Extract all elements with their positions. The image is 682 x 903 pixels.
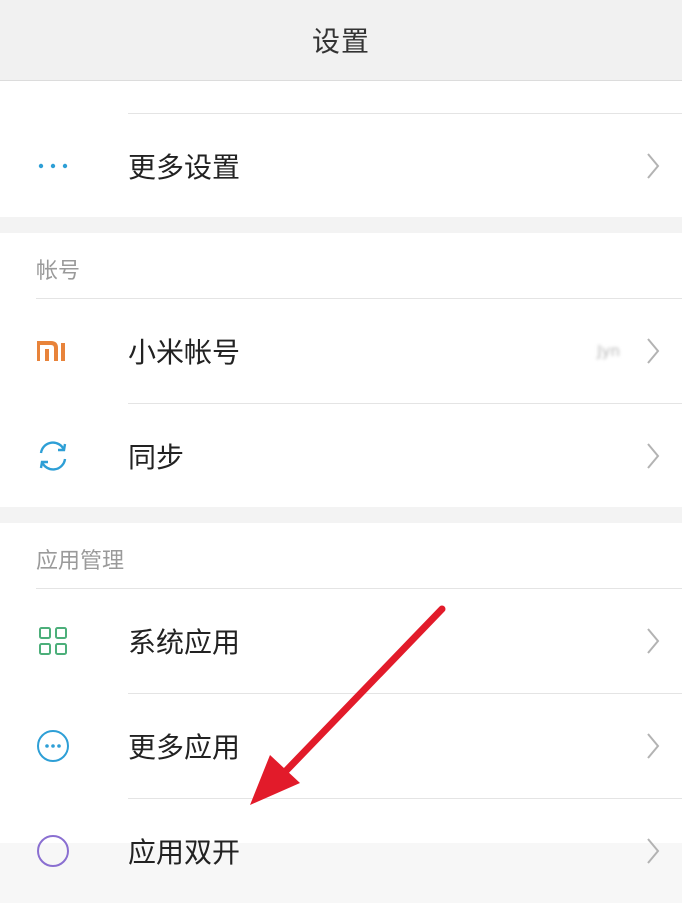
more-apps-label: 更多应用 <box>128 731 241 764</box>
more-dots-icon <box>36 149 70 183</box>
section-header-account: 帐号 <box>36 259 81 284</box>
mi-account-label: 小米帐号 <box>128 336 241 369</box>
settings-row-more-settings[interactable]: 更多设置 <box>0 114 682 218</box>
section-apps: 应用管理 系统应用 更多应用 应用双开 <box>0 523 682 869</box>
grid-icon <box>36 624 70 658</box>
mi-logo-icon <box>36 334 70 368</box>
chevron-right-icon <box>647 443 660 469</box>
chevron-right-icon <box>647 153 660 179</box>
sync-icon <box>36 439 70 473</box>
page-title: 设置 <box>311 25 370 58</box>
title-bar: 设置 <box>0 0 682 81</box>
section-top: 更多设置 <box>0 81 682 217</box>
chevron-right-icon <box>647 628 660 654</box>
section-account: 帐号 小米帐号 Jyn 同步 <box>0 233 682 507</box>
chevron-right-icon <box>647 733 660 759</box>
chevron-right-icon <box>647 338 660 364</box>
system-apps-label: 系统应用 <box>128 626 241 659</box>
chevron-right-icon <box>647 838 660 864</box>
circle-icon <box>36 834 70 868</box>
section-gap <box>0 507 682 523</box>
more-circle-icon <box>36 729 70 763</box>
settings-row-system-apps[interactable]: 系统应用 <box>0 589 682 693</box>
settings-row-sync[interactable]: 同步 <box>0 404 682 508</box>
section-gap <box>0 217 682 233</box>
app-lock-label: 应用双开 <box>128 836 241 869</box>
section-header-apps: 应用管理 <box>36 549 125 574</box>
sync-label: 同步 <box>128 441 185 474</box>
more-settings-label: 更多设置 <box>128 151 241 184</box>
settings-row-more-apps[interactable]: 更多应用 <box>0 694 682 798</box>
mi-account-value: Jyn <box>597 342 620 360</box>
settings-row-app-lock[interactable]: 应用双开 <box>0 799 682 903</box>
settings-row-mi-account[interactable]: 小米帐号 Jyn <box>0 299 682 403</box>
